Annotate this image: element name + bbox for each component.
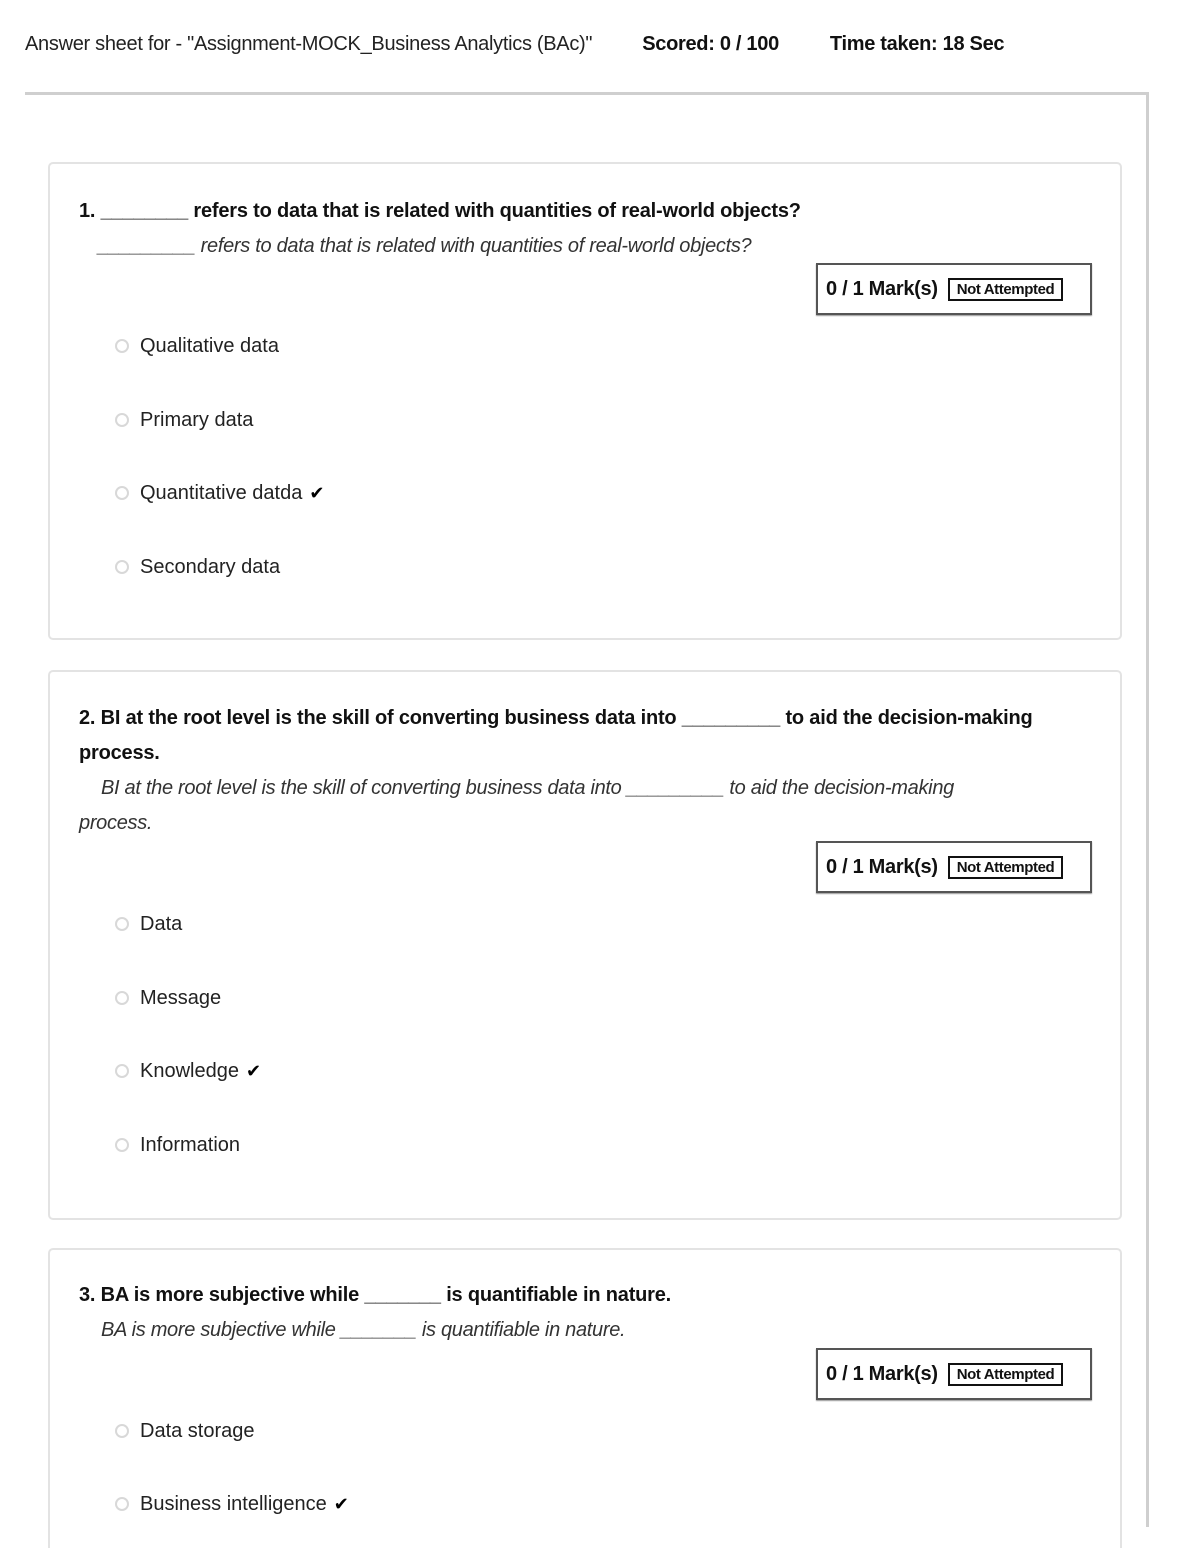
- marks-label: 0 / 1 Mark(s): [826, 277, 938, 300]
- marks-box: 0 / 1 Mark(s) Not Attempted: [816, 841, 1092, 893]
- option-item[interactable]: Data: [115, 911, 182, 937]
- question-card-3: 3. BA is more subjective while _______ i…: [48, 1248, 1122, 1548]
- question-card-2: 2. BI at the root level is the skill of …: [48, 670, 1122, 1220]
- option-label: Primary data: [140, 408, 254, 431]
- option-label: Business intelligence: [140, 1492, 327, 1515]
- radio-button[interactable]: [115, 1424, 129, 1438]
- option-item[interactable]: Message: [115, 985, 221, 1011]
- marks-box: 0 / 1 Mark(s) Not Attempted: [816, 1348, 1092, 1400]
- option-item[interactable]: Information: [115, 1132, 240, 1158]
- radio-button[interactable]: [115, 991, 129, 1005]
- option-item[interactable]: Business intelligence ✔: [115, 1491, 349, 1517]
- question-subtext: _________ refers to data that is related…: [98, 235, 752, 257]
- total-score: Scored: 0 / 100: [642, 32, 779, 55]
- answer-sheet-panel: 1. ________ refers to data that is relat…: [25, 92, 1149, 1548]
- option-item[interactable]: Primary data: [115, 407, 253, 433]
- correct-check-icon: ✔: [333, 1493, 349, 1514]
- option-label: Data: [140, 912, 183, 935]
- question-text: 1. ________ refers to data that is relat…: [79, 200, 801, 222]
- option-item[interactable]: Data storage: [115, 1418, 255, 1444]
- question-subtext: BA is more subjective while _______ is q…: [101, 1319, 626, 1341]
- page-header: Answer sheet for - "Assignment-MOCK_Busi…: [25, 30, 1005, 58]
- marks-box: 0 / 1 Mark(s) Not Attempted: [816, 263, 1092, 315]
- option-label: Data storage: [140, 1419, 255, 1442]
- radio-button[interactable]: [115, 413, 129, 427]
- status-badge: Not Attempted: [947, 855, 1064, 879]
- radio-button[interactable]: [115, 1138, 129, 1152]
- question-card-1: 1. ________ refers to data that is relat…: [48, 162, 1122, 640]
- option-label: Message: [140, 986, 222, 1009]
- radio-button[interactable]: [115, 917, 129, 931]
- option-item[interactable]: Quantitative datda ✔: [115, 480, 324, 506]
- option-label: Information: [140, 1133, 241, 1156]
- radio-button[interactable]: [115, 1064, 129, 1078]
- question-text: 2. BI at the root level is the skill of …: [79, 707, 1033, 764]
- option-label: Qualitative data: [140, 334, 279, 357]
- time-taken: Time taken: 18 Sec: [829, 32, 1005, 55]
- marks-label: 0 / 1 Mark(s): [826, 1362, 938, 1385]
- radio-button[interactable]: [115, 560, 129, 574]
- marks-label: 0 / 1 Mark(s): [826, 855, 938, 878]
- question-text: 3. BA is more subjective while _______ i…: [79, 1284, 672, 1306]
- radio-button[interactable]: [115, 1497, 129, 1511]
- option-item[interactable]: Secondary data: [115, 554, 280, 580]
- radio-button[interactable]: [115, 486, 129, 500]
- option-label: Knowledge: [140, 1059, 239, 1082]
- status-badge: Not Attempted: [947, 277, 1064, 301]
- option-item[interactable]: Knowledge ✔: [115, 1058, 261, 1084]
- option-label: Secondary data: [140, 555, 281, 578]
- option-label: Quantitative datda: [140, 481, 303, 504]
- correct-check-icon: ✔: [245, 1060, 262, 1081]
- correct-check-icon: ✔: [309, 482, 325, 503]
- question-subtext-content: BI at the root level is the skill of con…: [79, 777, 954, 834]
- option-item[interactable]: Qualitative data: [115, 333, 279, 359]
- radio-button[interactable]: [115, 339, 129, 353]
- answer-sheet-title: Answer sheet for - "Assignment-MOCK_Busi…: [25, 32, 593, 55]
- question-subtext: BI at the root level is the skill of con…: [79, 771, 1030, 841]
- status-badge: Not Attempted: [947, 1362, 1064, 1386]
